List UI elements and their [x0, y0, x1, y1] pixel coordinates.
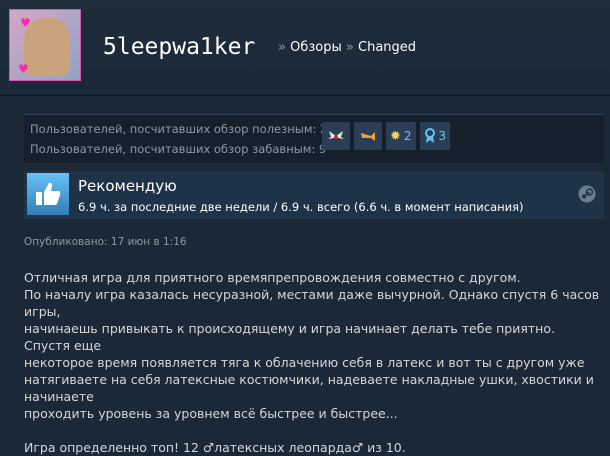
playtime-text: 6.9 ч. за последние две недели / 6.9 ч. …: [78, 200, 524, 214]
review-line: некоторое время появляется тяга к облаче…: [24, 355, 585, 370]
avatar[interactable]: ♥ ♥: [9, 9, 81, 81]
breadcrumb-game-link[interactable]: Changed: [358, 40, 416, 55]
username[interactable]: 5leepwa1ker: [103, 34, 255, 60]
breadcrumb-separator: »: [345, 40, 354, 55]
review-line: Отличная игра для приятного времяпрепров…: [24, 270, 521, 285]
profile-header: ♥ ♥ 5leepwa1ker » Обзоры » Changed: [0, 0, 610, 96]
award-horn[interactable]: [354, 122, 382, 150]
award-ribbon-count: 3: [438, 129, 447, 143]
helpful-count-text: Пользователей, посчитавших обзор полезны…: [30, 122, 335, 136]
review-line: натягиваете на себя латексные костюмчики…: [24, 372, 594, 404]
review-closing-line: Игра определенно топ! 12 ♂латексных леоп…: [24, 440, 406, 455]
recommendation-panel: Рекомендую 6.9 ч. за последние две недел…: [24, 171, 604, 219]
heart-icon: ♥: [18, 62, 29, 76]
award-sun[interactable]: ✹ 2: [386, 122, 416, 150]
wings-icon: [328, 131, 344, 139]
breadcrumb-reviews-link[interactable]: Обзоры: [290, 40, 342, 55]
heart-icon: ♥: [20, 16, 31, 30]
recommendation-title: Рекомендую: [78, 177, 177, 195]
review-line: проходить уровень за уровнем всё быстрее…: [24, 406, 398, 421]
horn-icon: [361, 132, 375, 141]
award-wings[interactable]: [322, 122, 350, 150]
thumbs-up-icon: [27, 173, 69, 215]
award-sun-count: 2: [403, 129, 412, 143]
breadcrumb: » Обзоры » Changed: [278, 40, 416, 55]
review-line: начинаешь привыкать к происходящему и иг…: [24, 321, 555, 353]
sun-icon: ✹: [390, 128, 401, 144]
funny-count-text: Пользователей, посчитавших обзор забавны…: [30, 142, 327, 156]
review-body: Отличная игра для приятного времяпрепров…: [24, 269, 604, 456]
steam-logo-icon: [578, 185, 596, 203]
ribbon-icon: [424, 128, 435, 143]
awards-bar: ✹ 2 3: [322, 122, 451, 152]
review-stats-panel: Пользователей, посчитавших обзор полезны…: [24, 114, 604, 163]
review-line: По началу игра казалась несуразной, мест…: [24, 287, 600, 319]
posted-date: Опубликовано: 17 июн в 1:16: [24, 236, 187, 248]
avatar-figure: [24, 18, 70, 76]
award-ribbon[interactable]: 3: [419, 122, 451, 150]
breadcrumb-separator: »: [278, 40, 286, 55]
